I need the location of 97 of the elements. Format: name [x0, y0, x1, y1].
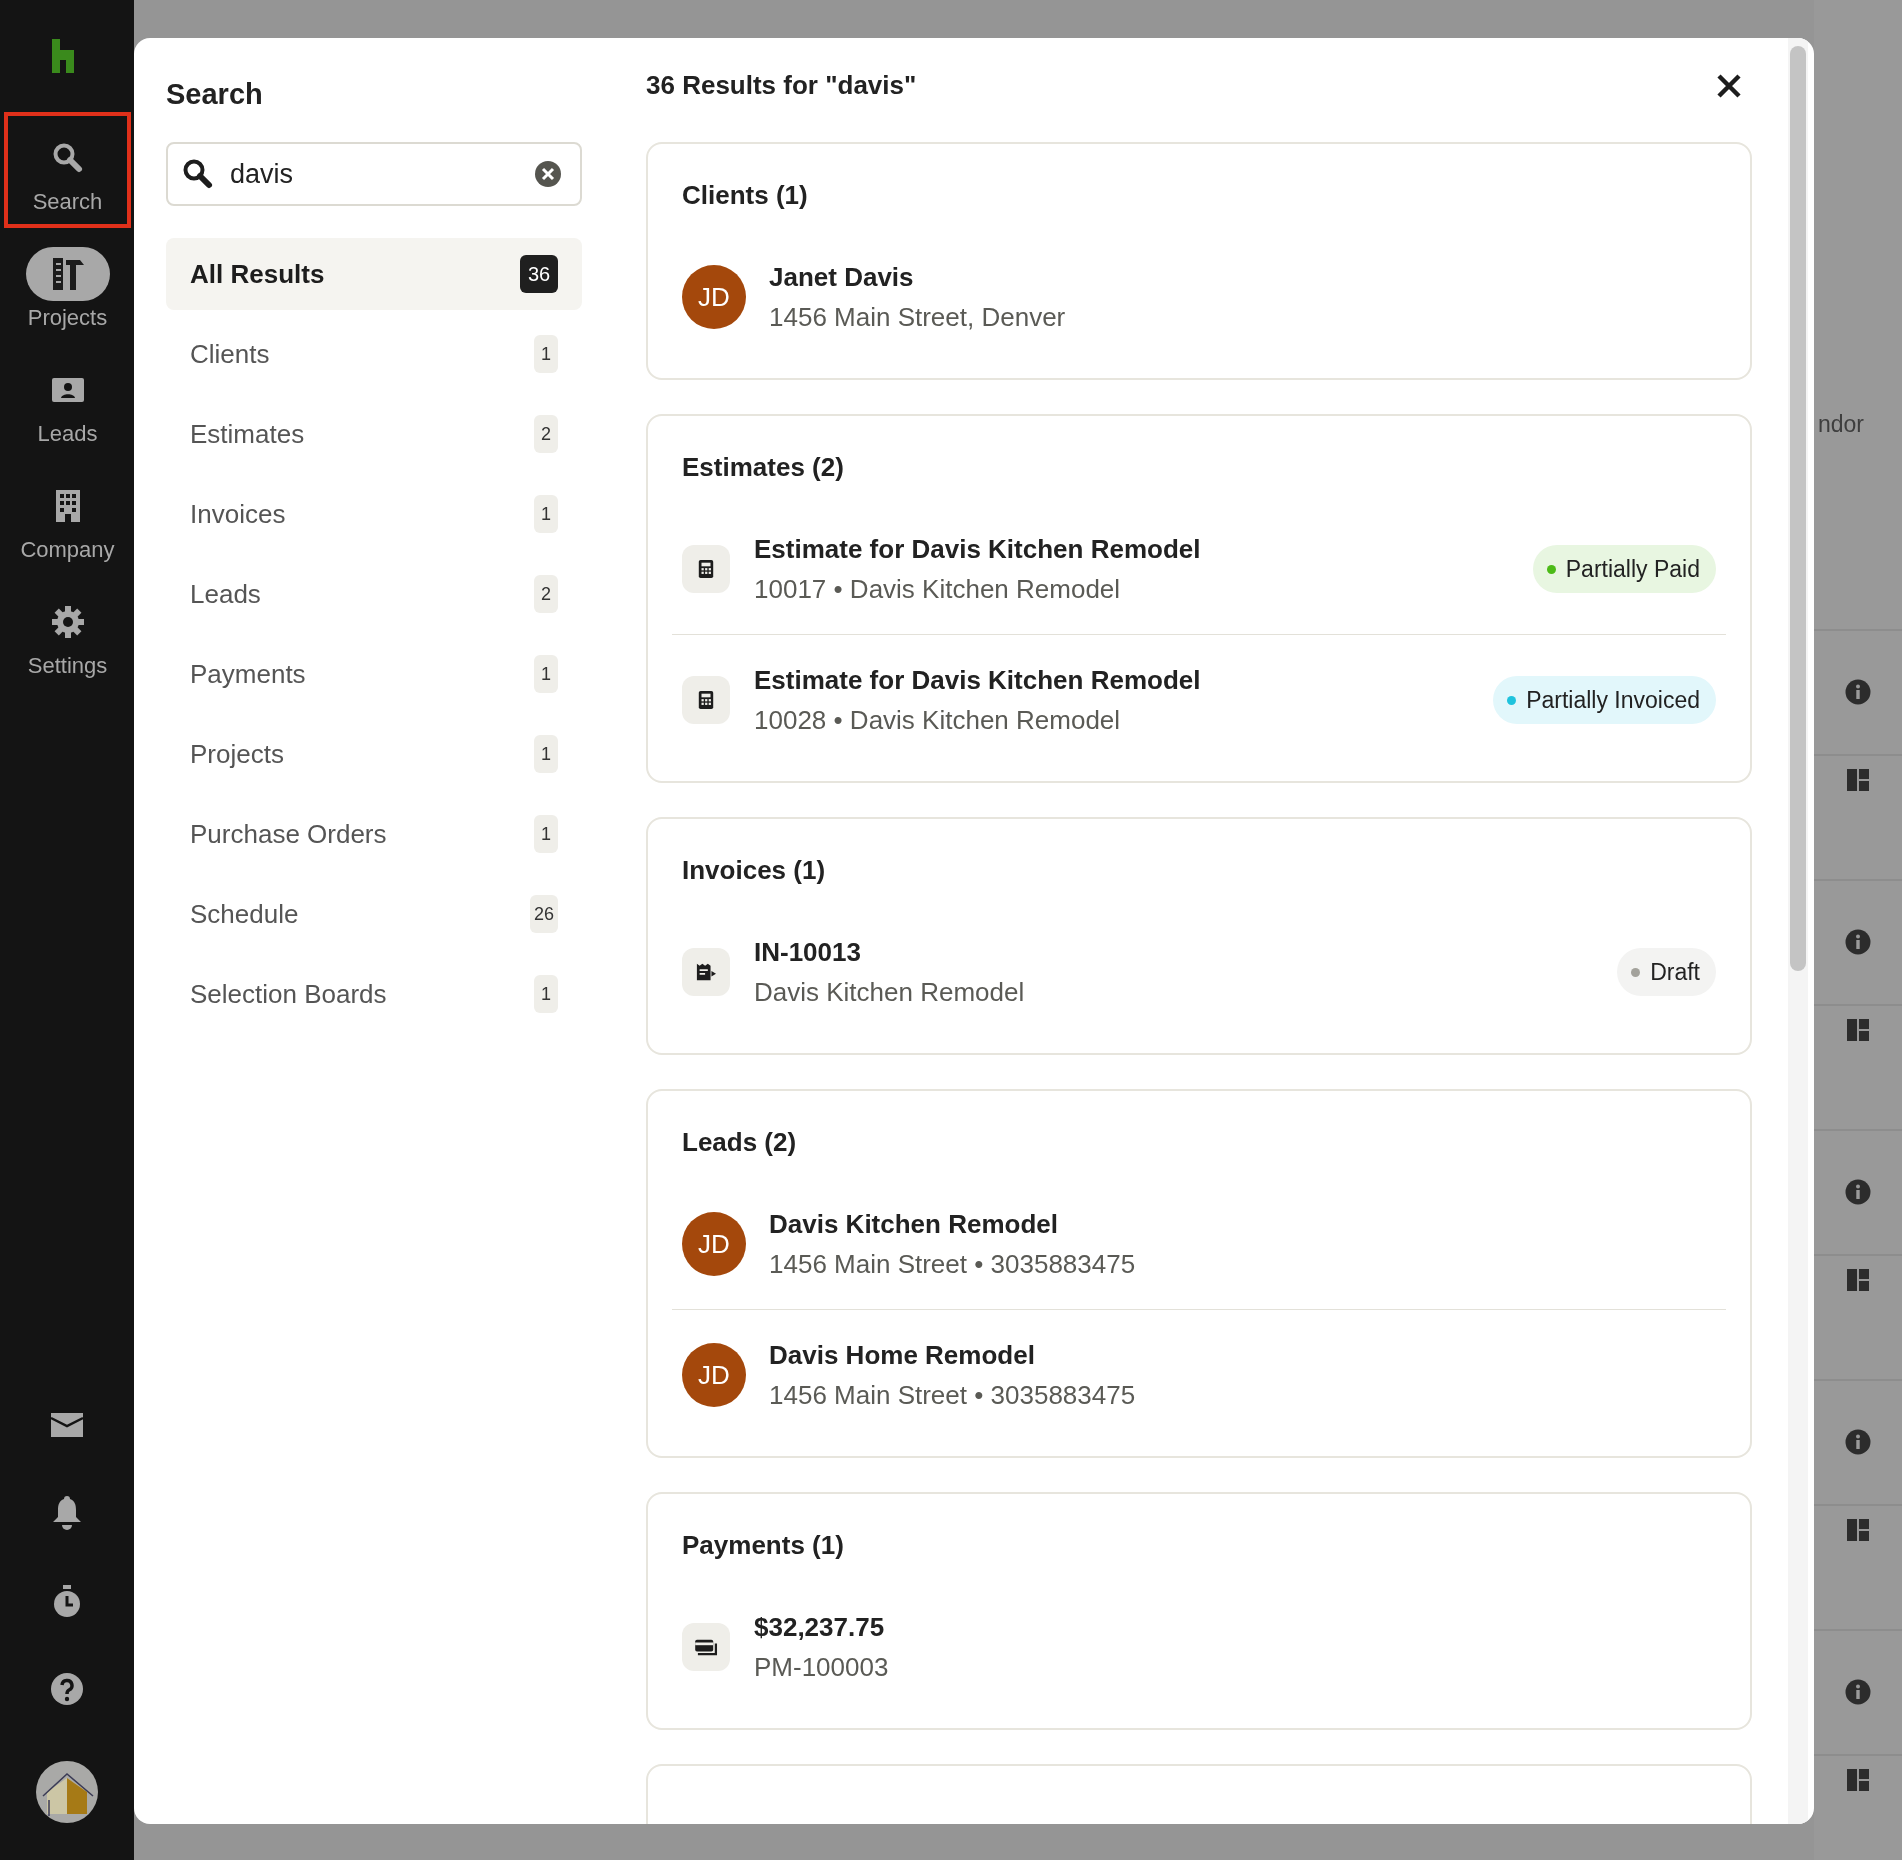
result-title: IN-10013 — [754, 936, 862, 969]
info-icon[interactable] — [1845, 1679, 1871, 1705]
nav-item[interactable]: Settings — [4, 576, 131, 692]
result-title: $32,237.75 — [754, 1611, 886, 1644]
nav-item[interactable]: Search — [4, 112, 131, 228]
result-row[interactable]: JD Davis Kitchen Remodel 1456 Main Street • 3035883475 — [672, 1179, 1726, 1309]
filter-label: Leads — [190, 578, 261, 610]
result-subtitle: 1456 Main Street • 3035883475 — [769, 1248, 1137, 1281]
id-card-icon — [50, 376, 85, 404]
status-badge: Partially Paid — [1532, 545, 1716, 593]
layout-icon[interactable] — [1846, 768, 1870, 792]
section-title: Invoices (1) — [681, 855, 827, 885]
section-title: Estimates (2) — [681, 452, 845, 482]
building-icon — [53, 489, 82, 523]
initials-avatar: JD — [682, 1212, 746, 1276]
filter-label: Selection Boards — [190, 978, 387, 1010]
result-subtitle: Davis Kitchen Remodel — [754, 976, 1026, 1009]
filter-label: Purchase Orders — [190, 818, 387, 850]
result-row[interactable]: IN-10013 Davis Kitchen Remodel Draft — [672, 907, 1726, 1037]
filter-label: All Results — [190, 258, 325, 290]
document-icon — [682, 948, 730, 996]
section-title: Payments (1) — [681, 1530, 845, 1560]
settings-icon — [50, 605, 85, 639]
layout-icon[interactable] — [1846, 1768, 1870, 1792]
help-icon[interactable] — [50, 1672, 84, 1706]
filter-item[interactable]: Schedule 26 — [166, 878, 582, 950]
filter-label: Projects — [190, 738, 284, 770]
result-count: 1 — [534, 735, 558, 773]
section-title: Leads (2) — [681, 1127, 798, 1157]
result-row[interactable]: JD Janet Davis 1456 Main Street, Denver — [672, 232, 1726, 362]
filter-item[interactable]: Estimates 2 — [166, 398, 582, 470]
filter-label: Schedule — [190, 898, 299, 930]
result-row[interactable]: Estimate for Davis Kitchen Remodel 10017 • Davis Kitchen Remodel Partially Paid — [672, 504, 1726, 634]
filter-item[interactable]: Projects 1 — [166, 718, 582, 790]
company-avatar-drawing[interactable] — [35, 1760, 99, 1824]
result-title: Janet Davis — [769, 261, 915, 294]
result-count: 1 — [534, 495, 558, 533]
result-count: 1 — [534, 815, 558, 853]
result-title: Davis Home Remodel — [769, 1339, 1036, 1372]
result-subtitle: 10017 • Davis Kitchen Remodel — [754, 573, 1122, 606]
filter-label: Estimates — [190, 418, 305, 450]
result-count: 1 — [534, 655, 558, 693]
result-title: Estimate for Davis Kitchen Remodel — [754, 533, 1202, 566]
result-subtitle: 1456 Main Street, Denver — [769, 301, 1067, 334]
result-row[interactable]: $32,237.75 PM-100003 — [672, 1582, 1726, 1712]
result-row[interactable]: Estimate for Davis Kitchen Remodel 10028 • Davis Kitchen Remodel Partially Invoiced — [672, 635, 1726, 765]
ruler-hammer-icon — [50, 256, 85, 292]
status-badge: Partially Invoiced — [1493, 676, 1716, 724]
close-icon[interactable] — [1716, 72, 1742, 99]
result-subtitle: 10028 • Davis Kitchen Remodel — [754, 704, 1122, 737]
column-header: ndor — [1818, 410, 1866, 439]
filter-item[interactable]: Clients 1 — [166, 318, 582, 390]
filter-label: Payments — [190, 658, 306, 690]
result-row[interactable]: JD Davis Home Remodel 1456 Main Street • 3035883475 — [672, 1310, 1726, 1440]
filter-item[interactable]: Payments 1 — [166, 638, 582, 710]
search-field[interactable]: davis — [166, 142, 582, 206]
filter-label: Invoices — [190, 498, 286, 530]
filter-item[interactable]: Purchase Orders 1 — [166, 798, 582, 870]
info-icon[interactable] — [1845, 1429, 1871, 1455]
mail-icon[interactable] — [50, 1412, 84, 1438]
info-icon[interactable] — [1845, 679, 1871, 705]
nav-item[interactable]: Projects — [4, 228, 131, 344]
filter-item[interactable]: Invoices 1 — [166, 478, 582, 550]
scrollbar[interactable] — [1788, 38, 1808, 1824]
nav-item[interactable]: Company — [4, 460, 131, 576]
section-title: Clients (1) — [681, 180, 809, 210]
result-title: Davis Kitchen Remodel — [769, 1208, 1059, 1241]
search-icon — [51, 142, 84, 174]
filter-item[interactable]: Leads 2 — [166, 558, 582, 630]
calculator-icon — [682, 545, 730, 593]
results-heading: 36 Results for "davis" — [646, 70, 917, 101]
result-count: 36 — [520, 255, 558, 293]
result-title: Estimate for Davis Kitchen Remodel — [754, 664, 1202, 697]
result-count: 2 — [534, 415, 558, 453]
status-badge: Draft — [1617, 948, 1716, 996]
layout-icon[interactable] — [1846, 1268, 1870, 1292]
initials-avatar: JD — [682, 1343, 746, 1407]
layout-icon[interactable] — [1846, 1018, 1870, 1042]
result-count: 26 — [529, 895, 558, 933]
result-count: 1 — [534, 335, 558, 373]
calculator-icon — [682, 676, 730, 724]
info-icon[interactable] — [1845, 929, 1871, 955]
stopwatch-icon[interactable] — [52, 1584, 82, 1618]
nav-item[interactable]: Leads — [4, 344, 131, 460]
result-subtitle: PM-100003 — [754, 1651, 890, 1684]
initials-avatar: JD — [682, 265, 746, 329]
filter-label: Clients — [190, 338, 270, 370]
result-count: 1 — [534, 975, 558, 1013]
result-subtitle: 1456 Main Street • 3035883475 — [769, 1379, 1137, 1412]
filter-item[interactable]: Selection Boards 1 — [166, 958, 582, 1030]
info-icon[interactable] — [1845, 1179, 1871, 1205]
result-count: 2 — [534, 575, 558, 613]
filter-item[interactable]: All Results 36 — [166, 238, 582, 310]
wallet-icon — [682, 1623, 730, 1671]
clear-icon[interactable] — [534, 160, 562, 188]
layout-icon[interactable] — [1846, 1518, 1870, 1542]
dialog-title: Search — [166, 77, 264, 112]
